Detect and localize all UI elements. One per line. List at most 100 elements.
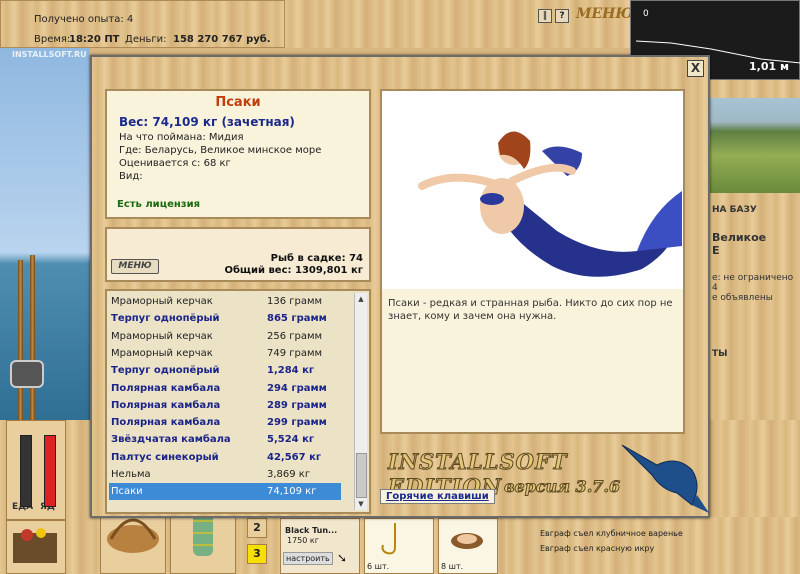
location-info: НА БАЗУ Великое Е е: не ограничено 4 е о… (712, 200, 800, 359)
mermaid-image (418, 131, 682, 277)
catch-fish-weight: 3,869 кг (267, 469, 311, 480)
catch-fish-weight: 865 грамм (267, 313, 327, 325)
menu-button[interactable]: МЕНЮ (576, 6, 633, 22)
catch-row[interactable]: Мраморный керчак 256 грамм (109, 328, 341, 345)
scrollbar[interactable]: ▲ ▼ (354, 293, 367, 510)
caught-on: На что поймана: Мидия (119, 132, 244, 143)
catch-row[interactable]: Звёздчатая камбала 5,524 кг (109, 431, 341, 448)
catch-list: Мраморный керчак 136 грамм Терпуг однопёры… (105, 289, 371, 514)
catch-row[interactable]: Полярная камбала 294 грамм (109, 380, 341, 397)
marlin-icon (621, 444, 709, 513)
catch-fish-name: Псаки (111, 486, 143, 498)
shell-slot[interactable]: 8 шт. (438, 518, 498, 574)
close-button[interactable]: X (687, 60, 704, 77)
catch-row[interactable]: Псаки 74,109 кг (109, 483, 341, 501)
reel-icon[interactable] (10, 360, 44, 388)
hook-slot[interactable]: 6 шт. (364, 518, 434, 574)
catch-fish-name: Полярная камбала (111, 417, 221, 429)
catch-fish-name: Мраморный керчак (111, 296, 213, 307)
catch-fish-name: Мраморный керчак (111, 347, 213, 359)
catch-row[interactable]: Полярная камбала 299 грамм (109, 414, 341, 431)
fishing-rod[interactable] (18, 260, 23, 420)
catch-fish-name: Терпуг однопёрый (111, 365, 220, 377)
fish-kind: Вид: (119, 171, 143, 182)
lake-name-2: Е (712, 244, 720, 257)
shell-count: 8 шт. (441, 562, 464, 571)
catch-fish-name: Полярная камбала (111, 399, 221, 411)
scroll-up-icon[interactable]: ▲ (355, 293, 367, 305)
bait-weight: 1750 кг (287, 536, 319, 545)
catch-fish-name: Палтус синекорый (111, 451, 219, 463)
eat-bar (44, 435, 56, 507)
catch-location: Где: Беларусь, Великое минское море (119, 145, 322, 156)
sell-link[interactable]: ТЫ (712, 349, 800, 359)
ads-text: е объявлены (712, 293, 773, 303)
total-weight: Общий вес: 1309,801 кг (224, 265, 363, 276)
catch-row[interactable]: Терпуг однопёрый 1,284 кг (109, 362, 341, 379)
tackle-box-icon (13, 528, 57, 563)
event-line: Евграф съел клубничное варенье (540, 529, 683, 538)
fish-info-panel: Псаки Вес: 74,109 кг (зачетная) На что п… (105, 89, 371, 219)
to-base-link[interactable]: НА БАЗУ (712, 205, 800, 215)
pause-icon[interactable]: ‖ (538, 9, 552, 23)
menu-button[interactable]: МЕНЮ (111, 259, 159, 274)
catch-row[interactable]: Мраморный керчак 749 грамм (109, 345, 341, 362)
bait-slot[interactable]: Black Tun... 1750 кг настроить ➘ (280, 518, 360, 574)
catch-row[interactable]: Нельма 3,869 кг (109, 466, 341, 483)
catch-fish-weight: 136 грамм (267, 296, 323, 307)
food-bar (20, 435, 32, 507)
fishing-rod[interactable] (30, 255, 35, 420)
catch-fish-name: Звёздчатая камбала (111, 434, 231, 446)
catch-fish-weight: 74,109 кг (267, 486, 317, 498)
limit-text: е: не ограничено (712, 273, 794, 283)
license-status: Есть лицензия (117, 199, 201, 210)
catch-fish-name: Терпуг однопёрый (111, 313, 220, 325)
slot-2[interactable]: 2 (247, 518, 267, 538)
fish-name: Псаки (215, 95, 261, 110)
location-image (710, 98, 800, 193)
catch-fish-weight: 5,524 кг (267, 434, 315, 446)
catch-fish-weight: 1,284 кг (267, 365, 315, 377)
experience-text: Получено опыта: 4 (34, 14, 134, 25)
hook-icon (381, 523, 396, 555)
lake-name: Великое (712, 231, 767, 244)
help-icon[interactable]: ? (555, 9, 569, 23)
fish-weight: Вес: 74,109 кг (зачетная) (119, 115, 295, 129)
catch-fish-weight: 294 грамм (267, 382, 327, 394)
fish-info-dialog: X Псаки Вес: 74,109 кг (зачетная) На что… (90, 55, 710, 518)
catch-row[interactable]: Полярная камбала 289 грамм (109, 397, 341, 414)
tackle-box-slot[interactable] (6, 520, 66, 574)
fish-picture (380, 89, 685, 289)
catch-row[interactable]: Терпуг однопёрый 865 грамм (109, 310, 341, 327)
catch-fish-name: Полярная камбала (111, 382, 221, 394)
rated-from: Оценивается с: 68 кг (119, 158, 231, 169)
watermark: INSTALLSOFT.RU (12, 50, 87, 59)
catch-fish-weight: 749 грамм (267, 347, 323, 359)
catch-fish-name: Мраморный керчак (111, 330, 213, 342)
limit-count: 4 (712, 283, 718, 293)
catch-fish-name: Нельма (111, 469, 151, 480)
catch-fish-weight: 256 грамм (267, 330, 323, 342)
scroll-down-icon[interactable]: ▼ (355, 498, 367, 510)
slot-3[interactable]: 3 (247, 544, 267, 564)
catch-fish-weight: 42,567 кг (267, 451, 322, 463)
scroll-thumb[interactable] (356, 453, 367, 498)
depth-readout: 1,01 м (749, 60, 789, 73)
hook-count: 6 шт. (367, 562, 390, 571)
top-bar: ‖ ? МЕНЮ (285, 0, 633, 48)
cage-stats-panel: МЕНЮ Рыб в садке: 74 Общий вес: 1309,801… (105, 227, 371, 282)
depth-zero-label: 0 (643, 9, 649, 19)
hotkeys-link[interactable]: Горячие клавиши (380, 489, 495, 504)
event-log: Евграф съел клубничное варенье Евграф съ… (505, 517, 800, 574)
bait-name: Black Tun... (285, 526, 338, 535)
event-line: Евграф съел красную икру (540, 544, 655, 553)
version-label: версия 3.7.6 (503, 477, 621, 497)
status-panel: Получено опыта: 4 Время: 18:20 ПТ Деньги… (0, 0, 285, 48)
catch-row[interactable]: Мраморный керчак 136 грамм (109, 293, 341, 310)
catch-fish-weight: 299 грамм (267, 417, 327, 429)
fish-description-panel: Псаки - редкая и странная рыба. Никто до… (380, 289, 685, 434)
catch-row[interactable]: Палтус синекорый 42,567 кг (109, 449, 341, 466)
setup-button[interactable]: настроить (283, 552, 333, 565)
cage-count: Рыб в садке: 74 (270, 253, 363, 264)
fish-description: Псаки - редкая и странная рыба. Никто до… (388, 298, 673, 322)
